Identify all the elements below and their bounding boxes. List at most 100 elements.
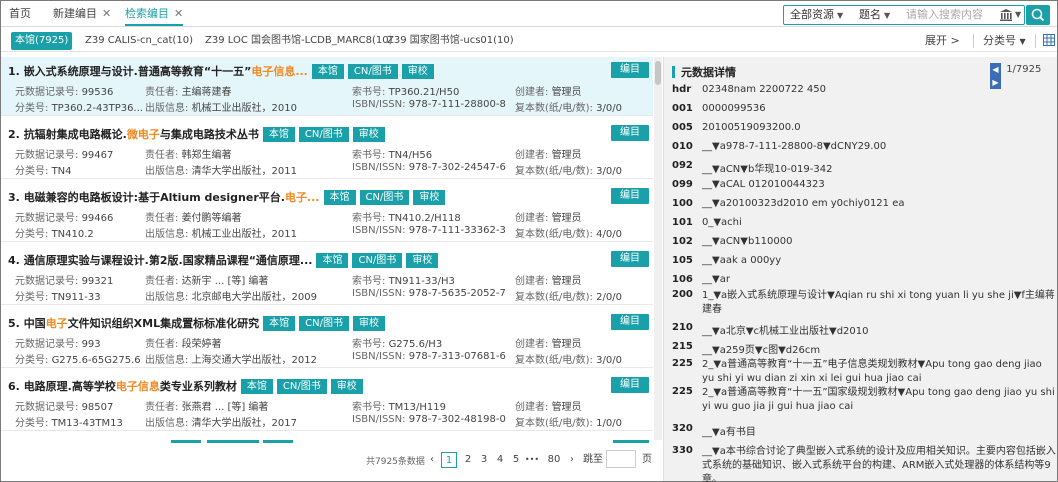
status-badge[interactable]: CN/图书 xyxy=(299,316,349,331)
status-badge[interactable]: 本馆 xyxy=(240,379,273,394)
field-label: 创建者: xyxy=(515,87,549,98)
field-select[interactable]: 题名 ▼ xyxy=(859,6,890,24)
status-badge[interactable]: CN/图书 xyxy=(352,253,403,268)
record-row[interactable]: 3. 电磁兼容的电路板设计:基于Altium designer平台.电子... 本… xyxy=(1,183,653,242)
status-badge[interactable]: 本馆 xyxy=(323,190,356,205)
marc-value: 2_▼a普通高等教育“十一五”国家级规划教材▼Apu tong gao deng… xyxy=(702,387,1055,412)
record-title[interactable]: 2. 抗辐射集成电路概论.微电子与集成电路技术丛书 本馆 CN/图书 审校 xyxy=(8,126,385,142)
status-badge[interactable]: CN/图书 xyxy=(347,64,398,79)
close-icon[interactable]: ✕ xyxy=(174,7,183,20)
record-title[interactable]: 6. 电路原理.高等学校电子信息类专业系列教材 本馆 CN/图书 审校 xyxy=(8,378,363,394)
chevron-down-icon[interactable]: ▼ xyxy=(1015,6,1021,24)
record-row[interactable]: 5. 中国电子文件知识组织XML集成置标标准化研究 本馆 CN/图书 审校 编目元数据记… xyxy=(1,309,653,368)
status-badge[interactable]: 本馆 xyxy=(262,127,295,142)
status-badge[interactable]: CN/图书 xyxy=(359,190,410,205)
field-value: 机械工业出版社，2011 xyxy=(191,229,298,240)
page-button-5[interactable]: 5 xyxy=(509,452,523,468)
field-label: 索书号: xyxy=(352,150,386,161)
field-value: 978-7-313-07681-6 xyxy=(408,351,506,362)
field-value: 978-7-5635-2052-7 xyxy=(408,288,506,299)
page-button-last[interactable]: 80 xyxy=(543,452,565,468)
field-value: 978-7-111-28800-8 xyxy=(408,99,506,110)
field-label: ISBN/ISSN: xyxy=(352,99,406,110)
tab-home[interactable]: 首页 xyxy=(9,1,31,26)
record-row[interactable]: 1. 嵌入式系统原理与设计.普通高等教育“十一五”电子信息... 本馆 CN/图书审… xyxy=(1,57,653,116)
page-button-3[interactable]: 3 xyxy=(477,452,491,468)
jump-page-input[interactable] xyxy=(606,450,636,468)
source-tab-nlc[interactable]: Z39 国家图书馆-ucs01(10) xyxy=(387,32,514,50)
source-tab-calis[interactable]: Z39 CALIS-cn_cat(10) xyxy=(85,32,193,50)
page-button-4[interactable]: 4 xyxy=(493,452,507,468)
edit-catalog-button[interactable]: 编目 xyxy=(611,377,649,393)
field-value: 978-7-302-24547-6 xyxy=(408,162,506,173)
total-count: 共7925条数据 xyxy=(366,457,425,467)
status-badge[interactable]: 审校 xyxy=(352,316,385,331)
field-value: G275.6-65G275.6 xyxy=(51,355,141,366)
edit-catalog-button[interactable]: 编目 xyxy=(611,251,649,267)
field-label: 索书号: xyxy=(352,276,386,287)
close-icon[interactable]: ✕ xyxy=(102,7,111,20)
field-label: 复本数(纸/电/数): xyxy=(515,355,593,366)
status-badge[interactable]: 审校 xyxy=(401,64,434,79)
prev-record-button[interactable]: ◀ xyxy=(990,63,1001,76)
field-record-no: 元数据记录号: 98507 xyxy=(15,398,113,413)
source-tab-local[interactable]: 本馆(7925) xyxy=(11,32,73,50)
search-input[interactable]: 请输入搜索内容 xyxy=(906,6,983,24)
classify-dropdown[interactable]: 分类号 ▼ xyxy=(983,32,1026,51)
status-badge[interactable]: 审校 xyxy=(352,127,385,142)
status-badge[interactable]: 本馆 xyxy=(311,64,344,79)
record-title[interactable]: 3. 电磁兼容的电路板设计:基于Altium designer平台.电子... 本… xyxy=(8,189,446,205)
marc-value: __▼aak a 000yy xyxy=(702,255,782,266)
record-title[interactable]: 1. 嵌入式系统原理与设计.普通高等教育“十一五”电子信息... 本馆 CN/图书审… xyxy=(8,63,434,79)
field-value: 段荣婷著 xyxy=(181,339,222,350)
marc-field-row: 210 __▼a北京▼c机械工业出版社▼d2010 xyxy=(672,322,869,337)
field-record-no: 元数据记录号: 99467 xyxy=(15,146,113,161)
scrollbar[interactable] xyxy=(654,57,662,440)
edit-catalog-button[interactable]: 编目 xyxy=(611,188,649,204)
source-tab-loc[interactable]: Z39 LOC 国会图书馆-LCDB_MARC8(10) xyxy=(205,32,393,50)
status-badge[interactable]: 审校 xyxy=(413,190,446,205)
status-badge[interactable]: 审校 xyxy=(406,253,439,268)
next-page-button[interactable]: › xyxy=(567,452,577,468)
field-publisher: 出版信息: 机械工业出版社，2011 xyxy=(145,225,297,240)
record-title-text: 通信原理实验与课程设计.第2版.国家精品课程“通信原理... xyxy=(23,254,313,267)
marc-field-row: 320 __▼a有书目 xyxy=(672,423,756,438)
status-badge[interactable]: CN/图书 xyxy=(298,127,349,142)
field-label: 创建者: xyxy=(515,150,549,161)
grid-view-icon[interactable] xyxy=(1043,34,1055,46)
page-button-1[interactable]: 1 xyxy=(441,452,457,468)
status-badge[interactable]: 本馆 xyxy=(316,253,349,268)
expand-button[interactable]: 展开 > xyxy=(925,32,960,50)
marc-tag: 099 xyxy=(672,179,693,190)
field-value: 机械工业出版社，2010 xyxy=(191,103,298,114)
field-value: TN410.2 xyxy=(51,229,94,240)
edit-catalog-button[interactable]: 编目 xyxy=(611,314,649,330)
prev-page-button[interactable]: ‹ xyxy=(427,452,437,468)
status-badge[interactable]: 审校 xyxy=(330,379,363,394)
field-record-no: 元数据记录号: 993 xyxy=(15,335,101,350)
field-value: G275.6/H3 xyxy=(388,339,443,350)
search-button[interactable] xyxy=(1026,5,1050,25)
detail-title-text: 元数据详情 xyxy=(681,66,736,79)
tab-new-catalog[interactable]: 新建编目 ✕ xyxy=(53,1,111,26)
status-badge[interactable]: CN/图书 xyxy=(276,379,327,394)
record-row[interactable]: 6. 电路原理.高等学校电子信息类专业系列教材 本馆 CN/图书 审校 编目元数据记录号… xyxy=(1,372,653,431)
classify-label: 分类号 xyxy=(983,34,1016,47)
scope-select[interactable]: 全部资源 ▼ xyxy=(790,6,843,24)
record-title-text-tail: 类专业系列教材 xyxy=(159,380,237,393)
field-label: 分类号: xyxy=(15,166,49,177)
record-title[interactable]: 4. 通信原理实验与课程设计.第2版.国家精品课程“通信原理... 本馆 CN/图书… xyxy=(8,252,439,268)
record-row[interactable]: 2. 抗辐射集成电路概论.微电子与集成电路技术丛书 本馆 CN/图书 审校 编目元数据记… xyxy=(1,120,653,179)
page-button-2[interactable]: 2 xyxy=(461,452,475,468)
scrollbar-thumb[interactable] xyxy=(655,61,661,85)
page-ellipsis[interactable]: ••• xyxy=(523,452,541,468)
field-select-value: 题名 xyxy=(859,8,881,21)
edit-catalog-button[interactable]: 编目 xyxy=(611,62,649,78)
record-title[interactable]: 5. 中国电子文件知识组织XML集成置标标准化研究 本馆 CN/图书 审校 xyxy=(8,315,385,331)
record-row[interactable]: 4. 通信原理实验与课程设计.第2版.国家精品课程“通信原理... 本馆 CN/图书… xyxy=(1,246,653,305)
library-icon[interactable] xyxy=(999,8,1013,22)
status-badge[interactable]: 本馆 xyxy=(263,316,296,331)
next-record-button[interactable]: ▶ xyxy=(990,76,1001,89)
tab-search-catalog[interactable]: 检索编目 ✕ xyxy=(125,1,184,26)
edit-catalog-button[interactable]: 编目 xyxy=(611,125,649,141)
